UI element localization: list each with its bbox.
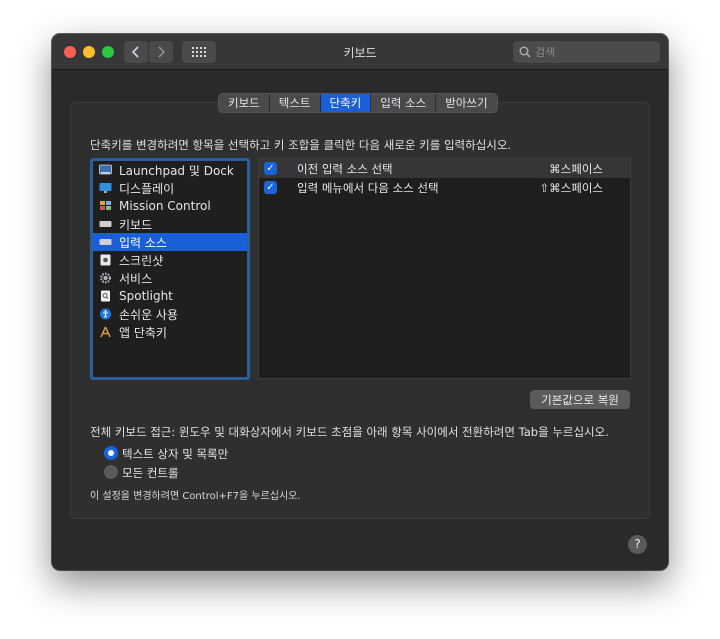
category-label: Launchpad 및 Dock [119,163,234,178]
tab-dictation[interactable]: 받아쓰기 [436,94,496,112]
category-item-input-sources[interactable]: 입력 소스 [93,233,247,251]
shortcut-enabled-checkbox[interactable]: ✓ [264,181,277,194]
radio-label: 모든 컨트롤 [122,466,179,480]
category-item-screenshot[interactable]: 스크린샷 [93,251,247,269]
tab-bar: 키보드 텍스트 단축키 입력 소스 받아쓰기 [218,93,498,113]
title-bar: 키보드 [52,34,668,70]
mission-control-icon [100,201,111,210]
tab-shortcuts[interactable]: 단축키 [320,94,372,112]
full-keyboard-access-text: 전체 키보드 접근: 윈도우 및 대화상자에서 키보드 초점을 아래 항목 사이… [90,425,609,439]
input-source-icon [99,239,112,245]
category-label: 스크린샷 [119,253,164,268]
shortcut-name: 이전 입력 소스 선택 [297,162,393,176]
category-item-services[interactable]: 서비스 [93,269,247,287]
shortcut-key-combo[interactable]: ⇧⌘스페이스 [540,180,603,196]
radio-label: 텍스트 상자 및 목록만 [122,447,229,461]
shortcut-table[interactable]: ✓ 이전 입력 소스 선택 ⌘스페이스 ✓ 입력 메뉴에서 다음 소스 선택 ⇧… [258,158,631,379]
screenshot-icon [100,254,111,266]
category-item-display[interactable]: 디스플레이 [93,179,247,197]
category-label: 디스플레이 [119,181,175,196]
instruction-text: 단축키를 변경하려면 항목을 선택하고 키 조합을 클릭한 다음 새로운 키를 … [90,138,512,152]
control-f7-note: 이 설정을 변경하려면 Control+F7을 누르십시오. [90,491,301,502]
category-item-mission-control[interactable]: Mission Control [93,197,247,215]
category-item-spotlight[interactable]: Spotlight [93,287,247,305]
category-label: 입력 소스 [119,235,167,250]
radio-text-boxes-lists-only[interactable] [104,446,118,460]
restore-defaults-button[interactable]: 기본값으로 복원 [530,390,630,409]
category-label: Mission Control [119,199,211,213]
spotlight-icon [101,290,110,302]
category-label: 손쉬운 사용 [119,307,179,322]
category-label: Spotlight [119,289,173,303]
search-icon [519,46,531,58]
shortcut-name: 입력 메뉴에서 다음 소스 선택 [297,181,439,195]
shortcut-category-list[interactable]: Launchpad 및 Dock 디스플레이 Mission Control 키… [90,158,250,380]
search-input[interactable] [535,45,645,59]
accessibility-icon [100,308,111,320]
shortcut-row[interactable]: ✓ 이전 입력 소스 선택 ⌘스페이스 [259,159,630,178]
category-item-keyboard[interactable]: 키보드 [93,215,247,233]
services-gear-icon [100,272,111,284]
shortcut-row[interactable]: ✓ 입력 메뉴에서 다음 소스 선택 ⇧⌘스페이스 [259,178,630,197]
app-shortcuts-icon [100,326,111,338]
tab-keyboard[interactable]: 키보드 [219,94,270,112]
category-item-app-shortcuts[interactable]: 앱 단축키 [93,323,247,341]
shortcut-key-combo[interactable]: ⌘스페이스 [549,161,603,177]
keyboard-preferences-window: 키보드 키보드 텍스트 단축키 입력 소스 받아쓰기 단축키를 변경하려면 항목… [52,34,668,570]
radio-all-controls[interactable] [104,465,118,479]
display-icon [99,183,112,193]
keyboard-icon [99,221,112,227]
category-item-launchpad-dock[interactable]: Launchpad 및 Dock [93,161,247,179]
shortcut-enabled-checkbox[interactable]: ✓ [264,162,277,175]
category-item-accessibility[interactable]: 손쉬운 사용 [93,305,247,323]
category-label: 앱 단축키 [119,325,167,340]
help-button[interactable]: ? [628,535,647,554]
category-label: 키보드 [119,217,153,232]
tab-input-sources[interactable]: 입력 소스 [371,94,437,112]
tab-text[interactable]: 텍스트 [270,94,321,112]
category-label: 서비스 [119,271,153,286]
launchpad-dock-icon [99,164,112,175]
search-field[interactable] [513,41,660,63]
